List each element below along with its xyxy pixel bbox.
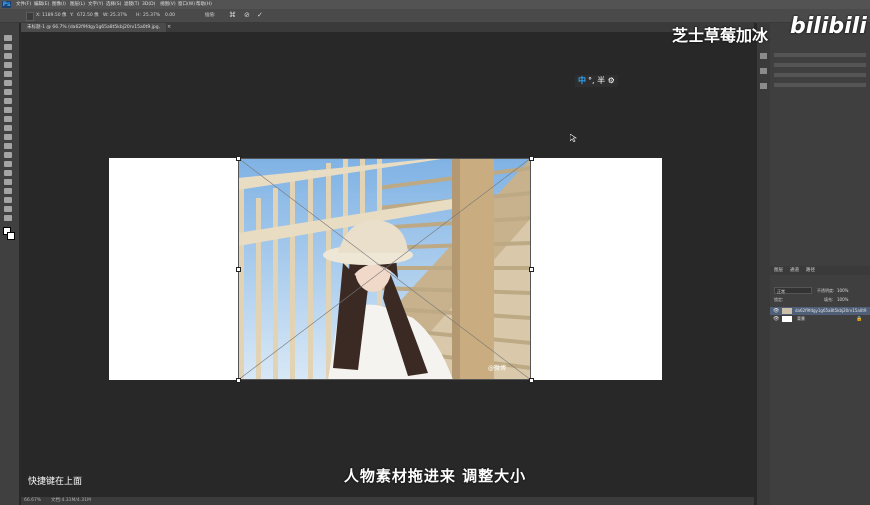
menu-item[interactable]: 滤镜(T) (124, 0, 139, 9)
menu-item[interactable]: 窗口(W) (178, 0, 195, 9)
tab-layers[interactable]: 图层 (774, 266, 783, 275)
brush-tool-icon[interactable] (4, 98, 12, 104)
interpolation-label: 插值: (205, 13, 216, 18)
eraser-tool-icon[interactable] (4, 125, 12, 131)
blur-tool-icon[interactable] (4, 143, 12, 149)
layer-name: 背景 (797, 316, 805, 321)
marquee-tool-icon[interactable] (4, 44, 12, 50)
eye-icon[interactable]: 👁 (773, 315, 779, 323)
uploader-watermark: 芝士草莓加冰 (672, 26, 769, 45)
w-label: W: (103, 13, 109, 18)
move-tool-icon[interactable] (4, 35, 12, 41)
blend-mode-select[interactable]: 正常 (774, 287, 812, 294)
layer-thumbnail (782, 316, 792, 322)
menu-item[interactable]: 帮助(H) (196, 0, 212, 9)
layer-row-background[interactable]: 👁 背景 🔒 (770, 315, 870, 323)
video-subtitle: 人物素材拖进来 调整大小 (343, 467, 527, 485)
cancel-transform-icon[interactable]: ⊘ (244, 9, 250, 22)
menu-item[interactable]: 文件(F) (16, 0, 31, 9)
crop-tool-icon[interactable] (4, 71, 12, 77)
fill-field[interactable]: 100% (837, 296, 848, 303)
more-tools-icon[interactable] (4, 215, 12, 221)
ime-indicator: 中 °, 半 ⚙ (575, 75, 618, 87)
x-field[interactable]: 1189.50 像 (42, 9, 67, 22)
w-field[interactable]: 25.37% (110, 9, 127, 22)
transform-handle-left[interactable] (236, 267, 241, 272)
document-tab-bar: 未标题-1 @ 66.7% (da62f9fdgy1g65a8t5kbj20rv… (21, 23, 754, 39)
menu-item[interactable]: 图层(L) (70, 0, 85, 9)
opacity-field[interactable]: 100% (837, 287, 848, 294)
zoom-level[interactable]: 66.67% (24, 497, 41, 505)
eyedropper-tool-icon[interactable] (4, 80, 12, 86)
layer-row-photo[interactable]: 👁 da62f9fdgy1g65a8t5kbj20rv15a0t9.jpg (770, 307, 870, 315)
collapsed-panels-strip (757, 23, 770, 505)
dodge-tool-icon[interactable] (4, 152, 12, 158)
status-bar: 66.67% 文档:4.31M/4.31M (21, 497, 754, 505)
shape-tool-icon[interactable] (4, 188, 12, 194)
menu-item[interactable]: 3D(D) (142, 0, 155, 9)
opacity-label: 不透明度: (817, 288, 835, 293)
right-panel (770, 23, 870, 505)
healing-brush-tool-icon[interactable] (4, 89, 12, 95)
tools-panel (0, 23, 19, 505)
hand-tool-icon[interactable] (4, 197, 12, 203)
y-label: Y: (70, 13, 74, 18)
color-swatches-panel (774, 53, 866, 113)
history-brush-tool-icon[interactable] (4, 116, 12, 122)
transform-handle-right[interactable] (529, 267, 534, 272)
document-size: 文档:4.31M/4.31M (51, 498, 91, 503)
photoshop-logo-icon: Ps (2, 1, 11, 8)
layer-name: da62f9fdgy1g65a8t5kbj20rv15a0t9.jpg (795, 308, 867, 313)
close-tab-icon[interactable]: × (167, 23, 171, 32)
zoom-tool-icon[interactable] (4, 206, 12, 212)
ime-status: °, 半 ⚙ (588, 76, 615, 85)
tab-paths[interactable]: 路径 (806, 266, 815, 275)
transform-handle-bottom-left[interactable] (236, 378, 241, 383)
angle-field[interactable]: 0.00 (165, 9, 175, 22)
warp-icon[interactable]: ⌘ (229, 9, 236, 22)
transform-bounding-box (238, 158, 531, 380)
document-tab[interactable]: 未标题-1 @ 66.7% (da62f9fdgy1g65a8t5kbj20rv… (21, 23, 166, 39)
path-select-tool-icon[interactable] (4, 179, 12, 185)
transform-handle-bottom-right[interactable] (529, 378, 534, 383)
fill-label: 填充: (824, 297, 834, 302)
lasso-tool-icon[interactable] (4, 53, 12, 59)
layer-thumbnail (782, 308, 792, 314)
lock-label: 锁定: (774, 297, 784, 302)
background-color-swatch[interactable] (7, 232, 15, 240)
placed-photo-layer[interactable]: @微博 (238, 158, 531, 380)
corner-caption: 快捷键在上面 (28, 477, 83, 487)
tab-channels[interactable]: 通道 (790, 266, 799, 275)
lock-icon: 🔒 (856, 316, 863, 322)
menu-item[interactable]: 图像(I) (52, 0, 66, 9)
menu-item[interactable]: 选择(S) (106, 0, 121, 9)
pen-tool-icon[interactable] (4, 161, 12, 167)
y-field[interactable]: 672.50 像 (77, 9, 99, 22)
adjustments-panel-icon[interactable] (760, 83, 767, 89)
x-label: X: (36, 13, 41, 18)
history-panel-icon[interactable] (760, 53, 767, 59)
commit-transform-icon[interactable]: ✓ (257, 9, 263, 22)
eye-icon[interactable]: 👁 (773, 307, 779, 315)
layers-panel-tabs: 图层 通道 路径 (770, 266, 870, 275)
menu-bar: Ps 文件(F) 编辑(E) 图像(I) 图层(L) 文字(Y) 选择(S) 滤镜(T) 3D… (0, 0, 870, 9)
options-bar: X: 1189.50 像 Y: 672.50 像 W: 25.37% H: 25… (0, 9, 870, 23)
transform-handle-top-left[interactable] (236, 156, 241, 161)
mouse-cursor-icon (570, 134, 577, 142)
transform-handle-top-right[interactable] (529, 156, 534, 161)
type-tool-icon[interactable] (4, 170, 12, 176)
menu-item[interactable]: 视图(V) (160, 0, 176, 9)
menu-item[interactable]: 文字(Y) (88, 0, 103, 9)
properties-panel-icon[interactable] (760, 68, 767, 74)
clone-stamp-tool-icon[interactable] (4, 107, 12, 113)
menu-item[interactable]: 编辑(E) (34, 0, 49, 9)
gradient-tool-icon[interactable] (4, 134, 12, 140)
h-field[interactable]: 25.37% (143, 9, 160, 22)
ime-mode-char: 中 (578, 76, 586, 85)
reference-point-icon[interactable] (26, 12, 34, 21)
quick-select-tool-icon[interactable] (4, 62, 12, 68)
h-label: H: (136, 13, 141, 18)
bilibili-logo: bilibili (790, 14, 867, 39)
